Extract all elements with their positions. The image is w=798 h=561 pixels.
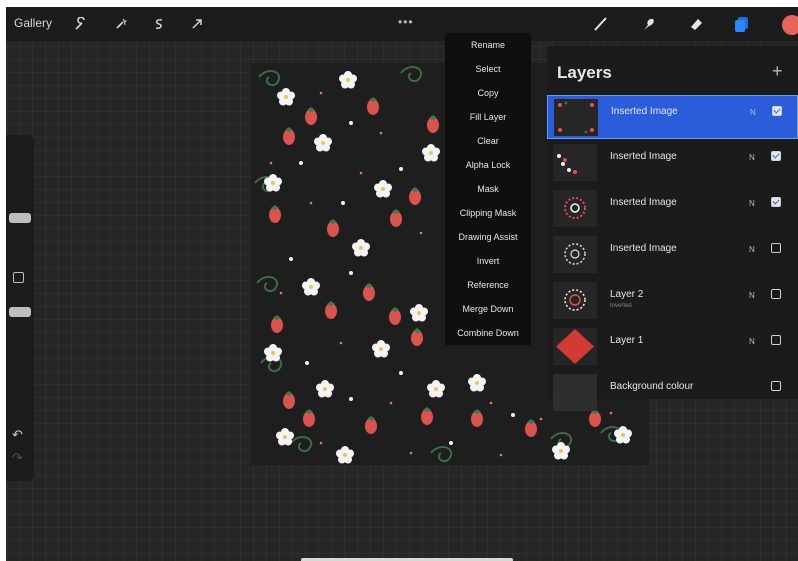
- layer-thumbnail: [553, 328, 597, 365]
- left-sidebar: ↶ ↷: [6, 135, 34, 481]
- visibility-checkbox[interactable]: [771, 289, 781, 299]
- top-toolbar: Gallery •••: [6, 7, 798, 41]
- background-color-swatch: [553, 374, 597, 411]
- layer-name: Inserted Image: [611, 106, 678, 117]
- visibility-checkbox[interactable]: [772, 106, 782, 116]
- layer-row[interactable]: Inserted Image N: [547, 95, 798, 139]
- layers-panel: Layers + Inserted Image N Inserted Image…: [547, 46, 798, 411]
- menu-item-select[interactable]: Select: [445, 57, 531, 81]
- layer-thumbnail: [553, 144, 597, 181]
- gallery-button[interactable]: Gallery: [14, 16, 52, 30]
- visibility-checkbox[interactable]: [771, 151, 781, 161]
- wrench-icon[interactable]: [70, 13, 92, 35]
- layer-thumbnail: [553, 190, 597, 227]
- brush-size-slider[interactable]: [9, 213, 31, 223]
- blend-mode-button[interactable]: N: [749, 153, 755, 162]
- blend-mode-button[interactable]: N: [749, 199, 755, 208]
- menu-item-fill-layer[interactable]: Fill Layer: [445, 105, 531, 129]
- menu-item-drawing-assist[interactable]: Drawing Assist: [445, 225, 531, 249]
- color-picker-button[interactable]: [782, 15, 798, 35]
- menu-item-copy[interactable]: Copy: [445, 81, 531, 105]
- layer-thumbnail: [553, 236, 597, 273]
- layers-panel-title: Layers: [557, 63, 612, 82]
- procreate-app: Gallery ••• ↶ ↷ Rename Select Copy Fill …: [6, 7, 798, 561]
- modify-button[interactable]: [13, 272, 24, 283]
- layer-options-menu: Rename Select Copy Fill Layer Clear Alph…: [445, 33, 531, 345]
- redo-icon[interactable]: ↷: [12, 450, 23, 466]
- smudge-icon[interactable]: [638, 13, 660, 35]
- brush-icon[interactable]: [590, 13, 612, 35]
- eraser-icon[interactable]: [686, 13, 708, 35]
- transform-arrow-icon[interactable]: [186, 13, 208, 35]
- blend-mode-button[interactable]: N: [749, 291, 755, 300]
- layer-name: Layer 2: [610, 289, 644, 300]
- visibility-checkbox[interactable]: [771, 197, 781, 207]
- menu-item-combine-down[interactable]: Combine Down: [445, 321, 531, 345]
- layer-name: Layer 1: [610, 335, 644, 346]
- layer-name: Inserted Image: [610, 197, 677, 208]
- menu-item-clipping-mask[interactable]: Clipping Mask: [445, 201, 531, 225]
- layer-row[interactable]: Layer 1 N: [547, 325, 798, 369]
- menu-item-reference[interactable]: Reference: [445, 273, 531, 297]
- menu-item-rename[interactable]: Rename: [445, 33, 531, 57]
- menu-item-mask[interactable]: Mask: [445, 177, 531, 201]
- menu-item-alpha-lock[interactable]: Alpha Lock: [445, 153, 531, 177]
- undo-icon[interactable]: ↶: [12, 427, 23, 443]
- layer-row[interactable]: Inserted Image N: [547, 233, 798, 277]
- menu-item-invert[interactable]: Invert: [445, 249, 531, 273]
- menu-item-merge-down[interactable]: Merge Down: [445, 297, 531, 321]
- blend-mode-button[interactable]: N: [749, 245, 755, 254]
- visibility-checkbox[interactable]: [771, 381, 781, 391]
- visibility-checkbox[interactable]: [771, 335, 781, 345]
- layer-row[interactable]: Inserted Image N: [547, 187, 798, 231]
- layer-name: Inserted Image: [610, 243, 677, 254]
- layer-row[interactable]: Inserted Image N: [547, 141, 798, 185]
- magic-wand-icon[interactable]: [110, 13, 132, 35]
- add-layer-button[interactable]: +: [772, 61, 783, 82]
- layer-row-background[interactable]: Background colour: [547, 371, 798, 415]
- more-options-icon[interactable]: •••: [398, 15, 414, 29]
- layer-name: Background colour: [610, 381, 694, 392]
- opacity-slider[interactable]: [9, 307, 31, 317]
- visibility-checkbox[interactable]: [771, 243, 781, 253]
- blend-mode-button[interactable]: N: [750, 108, 756, 117]
- blend-mode-button[interactable]: N: [749, 337, 755, 346]
- selection-icon[interactable]: [148, 13, 170, 35]
- layers-icon[interactable]: [730, 13, 752, 35]
- layer-thumbnail: [554, 99, 598, 136]
- layer-thumbnail: [553, 282, 597, 319]
- layer-name: Inserted Image: [610, 151, 677, 162]
- layer-subtitle: Inverted: [610, 303, 632, 309]
- layer-row[interactable]: Layer 2 Inverted N: [547, 279, 798, 323]
- menu-item-clear[interactable]: Clear: [445, 129, 531, 153]
